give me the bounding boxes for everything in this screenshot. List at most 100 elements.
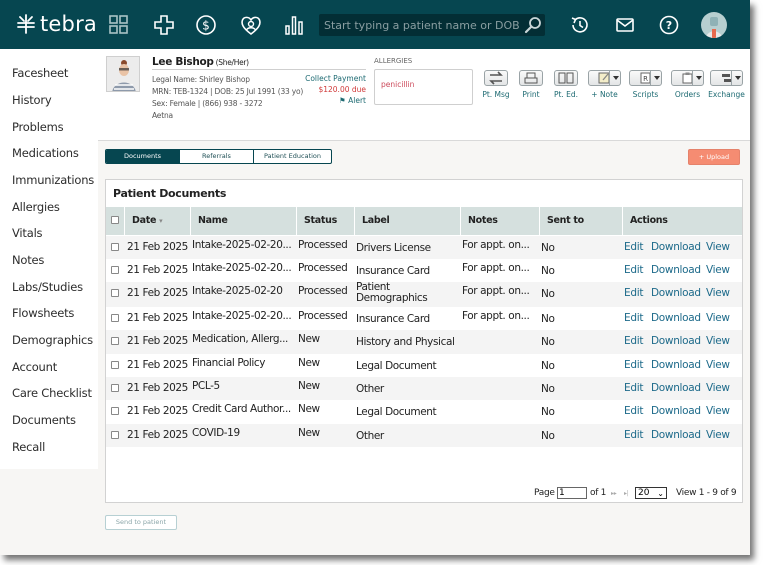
edit-link[interactable]: Edit: [624, 241, 643, 253]
user-avatar[interactable]: [701, 12, 727, 38]
patient-search-input[interactable]: [319, 14, 519, 36]
table-row[interactable]: 21 Feb 2025 Intake-2025-02-20... Processed…: [106, 307, 742, 330]
row-checkbox[interactable]: [111, 314, 119, 322]
download-link[interactable]: Download: [651, 359, 701, 371]
download-link[interactable]: Download: [651, 382, 701, 394]
mail-icon[interactable]: [614, 14, 636, 36]
column-date[interactable]: Date ▾: [124, 207, 190, 235]
table-row[interactable]: 21 Feb 2025 Financial Policy New Legal Docu…: [106, 354, 742, 377]
row-checkbox[interactable]: [111, 431, 119, 439]
download-link[interactable]: Download: [651, 241, 701, 253]
sidebar-item-immunizations[interactable]: Immunizations: [12, 173, 94, 187]
sidebar-item-history[interactable]: History: [12, 93, 52, 107]
sidebar-item-demographics[interactable]: Demographics: [12, 333, 93, 347]
row-name[interactable]: Intake-2025-02-20: [192, 285, 296, 297]
table-row[interactable]: 21 Feb 2025 Intake-2025-02-20... Processed…: [106, 259, 742, 282]
row-name[interactable]: PCL-5: [192, 380, 296, 392]
scripts-dropdown-arrow[interactable]: [650, 71, 661, 85]
sidebar-item-documents[interactable]: Documents: [12, 413, 76, 427]
view-link[interactable]: View: [706, 359, 730, 371]
download-link[interactable]: Download: [651, 312, 701, 324]
row-checkbox[interactable]: [111, 243, 119, 251]
dashboard-grid-icon[interactable]: [108, 14, 130, 36]
sidebar-item-allergies[interactable]: Allergies: [12, 200, 60, 214]
sidebar-item-labs-studies[interactable]: Labs/Studies: [12, 280, 83, 294]
pager-next-icon[interactable]: ▸▸: [611, 490, 617, 497]
row-name[interactable]: Financial Policy: [192, 357, 296, 369]
edit-link[interactable]: Edit: [624, 312, 643, 324]
edit-link[interactable]: Edit: [624, 287, 643, 299]
row-name[interactable]: COVID-19: [192, 427, 296, 439]
table-row[interactable]: 21 Feb 2025 Intake-2025-02-20 Processed Pat…: [106, 282, 742, 307]
edit-link[interactable]: Edit: [624, 264, 643, 276]
tab-patient-education[interactable]: Patient Education: [254, 150, 331, 163]
exchange-dropdown-arrow[interactable]: [731, 71, 742, 85]
view-link[interactable]: View: [706, 405, 730, 417]
sidebar-item-flowsheets[interactable]: Flowsheets: [12, 306, 74, 320]
row-name[interactable]: Intake-2025-02-20...: [192, 262, 296, 274]
upload-button[interactable]: + Upload: [688, 149, 740, 165]
row-checkbox[interactable]: [111, 407, 119, 415]
download-link[interactable]: Download: [651, 429, 701, 441]
help-icon[interactable]: ?: [658, 14, 680, 36]
send-to-patient-button[interactable]: Send to patient: [105, 515, 177, 530]
table-row[interactable]: 21 Feb 2025 Credit Card Author... New Legal…: [106, 400, 742, 424]
row-checkbox[interactable]: [111, 337, 119, 345]
column-label[interactable]: Label: [354, 207, 460, 235]
view-link[interactable]: View: [706, 264, 730, 276]
reports-bar-chart-icon[interactable]: [283, 14, 305, 36]
view-link[interactable]: View: [706, 312, 730, 324]
view-link[interactable]: View: [706, 287, 730, 299]
pager-page-input[interactable]: [557, 487, 587, 499]
table-row[interactable]: 21 Feb 2025 Intake-2025-02-20... Processed…: [106, 236, 742, 259]
select-all-checkbox[interactable]: [111, 216, 119, 224]
edit-link[interactable]: Edit: [624, 335, 643, 347]
clinical-cross-icon[interactable]: [153, 14, 175, 36]
tab-referrals[interactable]: Referrals: [180, 150, 254, 163]
exchange-button[interactable]: Exchange: [708, 70, 745, 100]
table-row[interactable]: 21 Feb 2025 COVID-19 New Other No Edit Downloa…: [106, 424, 742, 447]
column-sent-to-patient[interactable]: Sent to patient: [539, 207, 622, 254]
view-link[interactable]: View: [706, 335, 730, 347]
row-name[interactable]: Intake-2025-02-20...: [192, 239, 296, 251]
view-link[interactable]: View: [706, 429, 730, 441]
billing-dollar-icon[interactable]: $: [195, 14, 217, 36]
view-link[interactable]: View: [706, 241, 730, 253]
column-notes[interactable]: Notes: [460, 207, 539, 235]
sidebar-item-care-checklist[interactable]: Care Checklist: [12, 386, 92, 400]
add-note-dropdown-arrow[interactable]: [609, 71, 620, 85]
edit-link[interactable]: Edit: [624, 405, 643, 417]
sidebar-item-account[interactable]: Account: [12, 360, 57, 374]
row-name[interactable]: Intake-2025-02-20...: [192, 310, 296, 322]
sidebar-item-facesheet[interactable]: Facesheet: [12, 66, 68, 80]
row-name[interactable]: Medication, Allerg...: [192, 333, 296, 345]
sidebar-item-recall[interactable]: Recall: [12, 440, 45, 454]
page-size-select[interactable]: 20 ⌄: [635, 487, 667, 499]
edit-link[interactable]: Edit: [624, 359, 643, 371]
row-checkbox[interactable]: [111, 289, 119, 297]
download-link[interactable]: Download: [651, 335, 701, 347]
row-name[interactable]: Credit Card Author...: [192, 403, 296, 415]
row-checkbox[interactable]: [111, 266, 119, 274]
column-name[interactable]: Name: [190, 207, 296, 235]
view-link[interactable]: View: [706, 382, 730, 394]
orders-dropdown-arrow[interactable]: [692, 71, 703, 85]
sidebar-item-problems[interactable]: Problems: [12, 120, 64, 134]
tebra-logo[interactable]: tebra: [16, 12, 97, 36]
edit-link[interactable]: Edit: [624, 382, 643, 394]
download-link[interactable]: Download: [651, 264, 701, 276]
history-icon[interactable]: [569, 14, 591, 36]
row-checkbox[interactable]: [111, 384, 119, 392]
alert-link[interactable]: ⚑ Alert: [339, 96, 366, 105]
pager-last-icon[interactable]: ▸|: [624, 490, 629, 497]
tab-documents[interactable]: Documents: [106, 150, 180, 163]
table-row[interactable]: 21 Feb 2025 PCL-5 New Other No Edit Download Vi…: [106, 377, 742, 400]
sidebar-item-notes[interactable]: Notes: [12, 253, 44, 267]
patient-engagement-heart-icon[interactable]: [240, 14, 262, 36]
download-link[interactable]: Download: [651, 287, 701, 299]
search-icon[interactable]: [524, 16, 542, 34]
edit-link[interactable]: Edit: [624, 429, 643, 441]
sidebar-item-vitals[interactable]: Vitals: [12, 226, 43, 240]
collect-payment-link[interactable]: Collect Payment: [305, 74, 366, 83]
download-link[interactable]: Download: [651, 405, 701, 417]
